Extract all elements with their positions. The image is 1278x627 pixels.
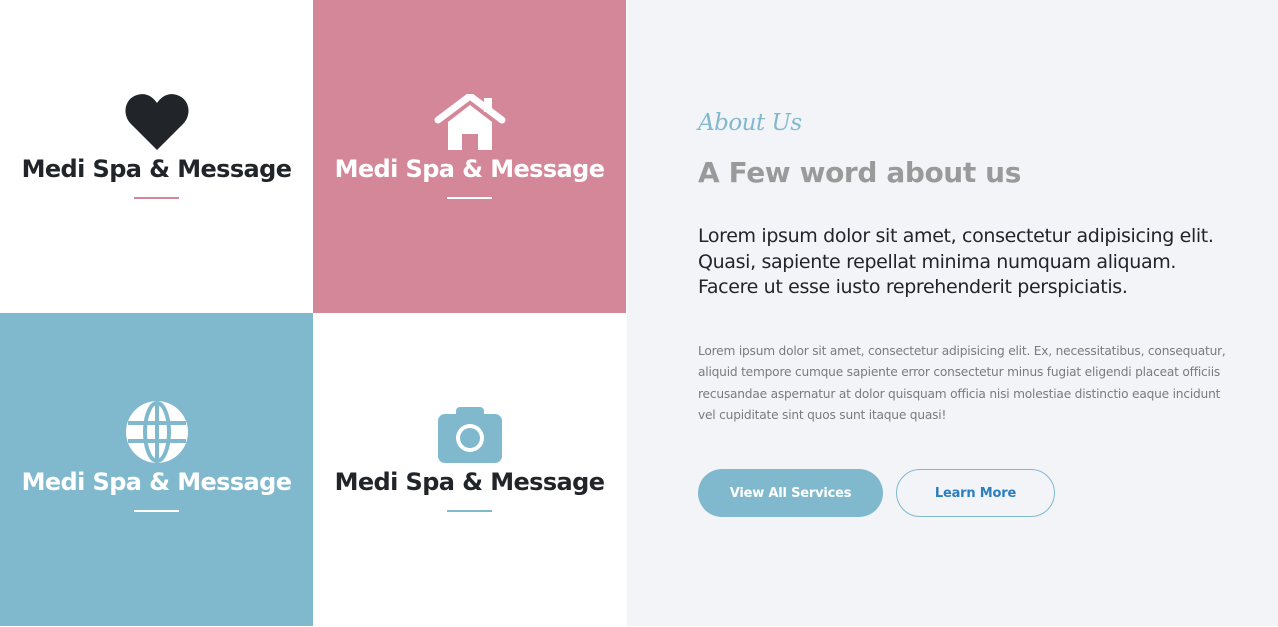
heart-icon [124,92,189,150]
learn-more-button[interactable]: Learn More [896,469,1055,517]
service-tile-2[interactable]: Medi Spa & Message [313,0,626,313]
globe-icon [125,401,188,463]
title-underline [447,510,492,512]
title-underline [447,197,492,199]
service-tile-title: Medi Spa & Message [334,155,605,183]
view-all-services-button[interactable]: View All Services [698,469,883,517]
title-underline [134,197,179,199]
about-kicker: About Us [698,110,802,136]
about-lead-paragraph: Lorem ipsum dolor sit amet, consectetur … [698,225,1214,298]
home-icon [434,92,506,150]
service-tile-4[interactable]: Medi Spa & Message [313,313,626,626]
service-tile-1[interactable]: Medi Spa & Message [0,0,313,313]
service-tile-3[interactable]: Medi Spa & Message [0,313,313,626]
service-tile-title: Medi Spa & Message [21,468,292,496]
about-heading: A Few word about us [698,156,1021,189]
about-section: About Us A Few word about us Lorem ipsum… [627,0,1278,626]
about-body-paragraph: Lorem ipsum dolor sit amet, consectetur … [698,344,1226,422]
service-tile-title: Medi Spa & Message [21,155,292,183]
service-tile-title: Medi Spa & Message [334,468,605,496]
service-tiles-grid: Medi Spa & Message Medi Spa & Message Me… [0,0,627,626]
camera-icon [437,405,502,463]
title-underline [134,510,179,512]
